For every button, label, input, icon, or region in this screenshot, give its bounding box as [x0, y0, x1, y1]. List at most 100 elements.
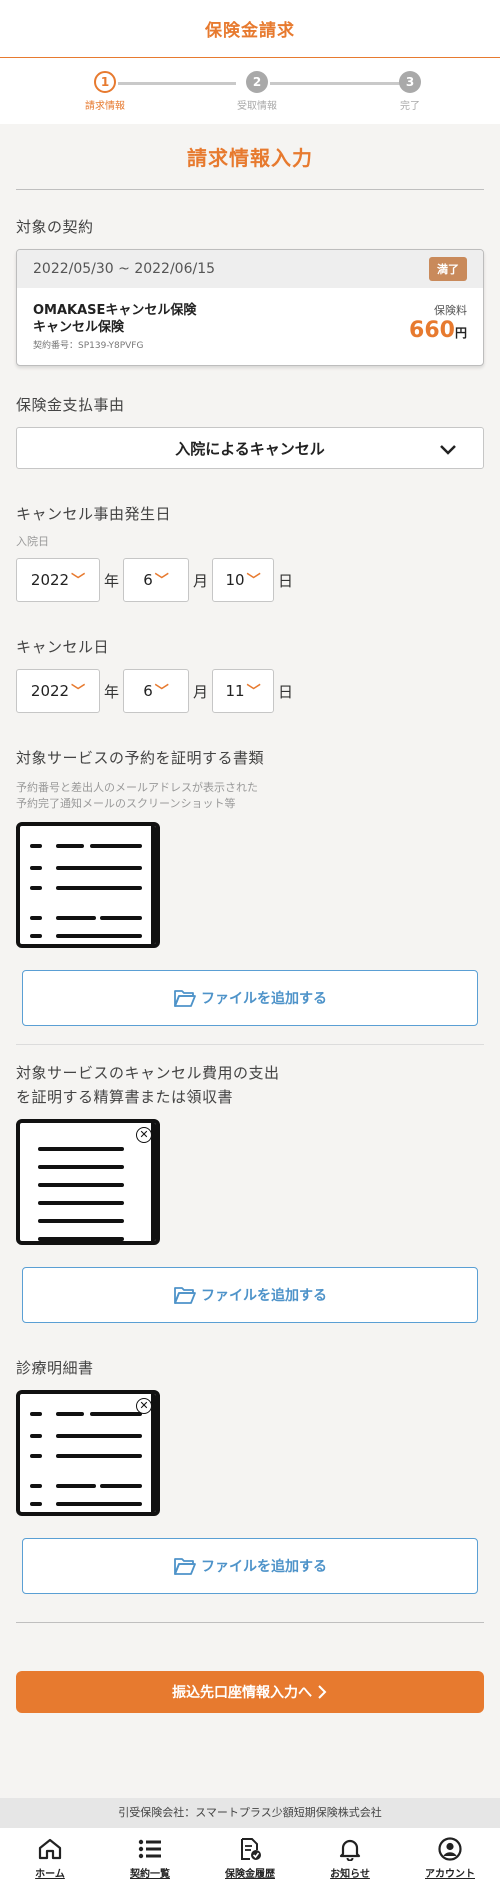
contract-label: 対象の契約	[16, 218, 94, 236]
cancel-day-value: 11	[225, 682, 245, 700]
add-file-button-receipt[interactable]: ファイルを追加する	[22, 1267, 478, 1323]
nav-label: 保険金履歴	[225, 1869, 275, 1880]
receipt-doc-label: 対象サービスのキャンセル費用の支出 を証明する精算書または領収書	[16, 1061, 484, 1109]
year-unit: 年	[104, 571, 120, 590]
contract-card: 2022/05/30 ~ 2022/06/15 満了 OMAKASEキャンセル保…	[16, 249, 484, 366]
receipt-doc-thumbnail[interactable]: ✕	[16, 1119, 160, 1245]
cancel-year-select[interactable]: 2022 ﹀	[16, 669, 100, 713]
app-header: 保険金請求	[0, 0, 500, 58]
step-claim-info: 1 請求情報	[65, 71, 145, 112]
progress-stepper: 1 請求情報 2 受取情報 3 完了	[0, 58, 500, 124]
step-number: 3	[399, 71, 421, 93]
month-unit: 月	[193, 682, 209, 701]
reason-label: 保険金支払事由	[16, 396, 125, 414]
event-day-select[interactable]: 10 ﹀	[212, 558, 275, 602]
status-badge: 満了	[429, 257, 467, 281]
reason-value: 入院によるキャンセル	[175, 439, 325, 458]
reason-select[interactable]: 入院によるキャンセル	[16, 427, 484, 469]
medical-doc-label: 診療明細書	[16, 1359, 94, 1377]
event-year-select[interactable]: 2022 ﹀	[16, 558, 100, 602]
premium-value: 660	[409, 318, 455, 343]
event-year-value: 2022	[30, 571, 70, 589]
event-month-select[interactable]: 6 ﹀	[123, 558, 190, 602]
section-divider	[16, 1044, 484, 1045]
nav-item-claim-history[interactable]: 保険金履歴	[205, 1837, 295, 1880]
event-date-sublabel: 入院日	[16, 535, 49, 548]
contract-plan-name: キャンセル保険	[33, 320, 125, 335]
event-date-label: キャンセル事由発生日	[16, 505, 172, 523]
reservation-doc-label: 対象サービスの予約を証明する書類	[16, 749, 265, 767]
medical-doc-thumbnail[interactable]: ✕	[16, 1390, 160, 1516]
account-icon	[438, 1837, 462, 1861]
claim-history-icon	[241, 1838, 261, 1860]
contract-number: 契約番号：SP139-Y8PVFG	[33, 341, 144, 351]
nav-item-notifications[interactable]: お知らせ	[305, 1837, 395, 1880]
premium-label: 保険料	[434, 304, 467, 317]
month-unit: 月	[193, 571, 209, 590]
step-number: 1	[94, 71, 116, 93]
reservation-doc-note: 予約番号と差出人のメールアドレスが表示された 予約完了通知メールのスクリーンショ…	[16, 780, 484, 812]
nav-label: お知らせ	[330, 1869, 370, 1880]
premium-block: 保険料 660円	[409, 302, 467, 351]
cancel-date-row: 2022 ﹀ 年 6 ﹀ 月 11 ﹀ 日	[16, 669, 484, 713]
day-unit: 日	[278, 571, 294, 590]
contract-period: 2022/05/30 ~ 2022/06/15	[33, 261, 216, 277]
event-date-row: 2022 ﹀ 年 6 ﹀ 月 10 ﹀ 日	[16, 558, 484, 602]
nav-item-home[interactable]: ホーム	[5, 1837, 95, 1880]
contract-product-name: OMAKASEキャンセル保険	[33, 303, 197, 318]
step-label: 請求情報	[85, 101, 125, 112]
nav-label: 契約一覧	[130, 1869, 170, 1880]
reservation-doc-note-line: 予約完了通知メールのスクリーンショット等	[16, 797, 236, 810]
event-month-value: 6	[143, 571, 153, 589]
step-number: 2	[246, 71, 268, 93]
receipt-doc-label-line: 対象サービスのキャンセル費用の支出	[16, 1064, 280, 1082]
contract-card-header: 2022/05/30 ~ 2022/06/15 満了	[17, 250, 483, 288]
premium-unit: 円	[454, 326, 467, 340]
folder-open-icon	[174, 990, 196, 1007]
chevron-down-icon: ﹀	[246, 573, 261, 589]
cancel-month-value: 6	[143, 682, 153, 700]
chevron-down-icon: ﹀	[71, 684, 86, 700]
cancel-date-label: キャンセル日	[16, 638, 110, 656]
add-file-label: ファイルを追加する	[201, 991, 327, 1007]
step-receipt-info: 2 受取情報	[217, 71, 297, 112]
reservation-doc-note-line: 予約番号と差出人のメールアドレスが表示された	[16, 781, 258, 794]
next-button-label: 振込先口座情報入力へ	[172, 1685, 312, 1701]
year-unit: 年	[104, 682, 120, 701]
reservation-doc-thumbnail[interactable]	[16, 822, 160, 948]
section-title: 請求情報入力	[187, 146, 313, 170]
underwriter-note: 引受保険会社：スマートプラス少額短期保険株式会社	[0, 1798, 500, 1828]
remove-file-icon[interactable]: ✕	[136, 1127, 152, 1143]
add-file-label: ファイルを追加する	[201, 1288, 327, 1304]
cancel-year-value: 2022	[30, 682, 70, 700]
step-label: 受取情報	[237, 101, 277, 112]
add-file-button-reservation[interactable]: ファイルを追加する	[22, 970, 478, 1026]
chevron-down-icon: ﹀	[246, 684, 261, 700]
event-day-value: 10	[225, 571, 245, 589]
folder-open-icon	[174, 1287, 196, 1304]
step-complete: 3 完了	[370, 71, 450, 112]
folder-open-icon	[174, 1558, 196, 1575]
contract-card-body: OMAKASEキャンセル保険 キャンセル保険 契約番号：SP139-Y8PVFG…	[17, 288, 483, 365]
remove-file-icon[interactable]: ✕	[136, 1398, 152, 1414]
chevron-down-icon	[440, 445, 456, 455]
nav-label: アカウント	[425, 1869, 475, 1880]
add-file-button-medical[interactable]: ファイルを追加する	[22, 1538, 478, 1594]
next-bank-info-button[interactable]: 振込先口座情報入力へ	[16, 1671, 484, 1713]
cancel-month-select[interactable]: 6 ﹀	[123, 669, 190, 713]
home-icon	[38, 1838, 62, 1860]
step-label: 完了	[400, 101, 420, 112]
nav-item-account[interactable]: アカウント	[405, 1837, 495, 1880]
chevron-down-icon: ﹀	[71, 573, 86, 589]
nav-label: ホーム	[35, 1869, 65, 1880]
add-file-label: ファイルを追加する	[201, 1559, 327, 1575]
receipt-doc-label-line: を証明する精算書または領収書	[16, 1088, 234, 1106]
chevron-down-icon: ﹀	[154, 573, 169, 589]
bottom-nav: ホーム 契約一覧 保険金履歴 お知らせ アカウント	[0, 1828, 500, 1889]
section-divider	[16, 189, 484, 190]
cancel-day-select[interactable]: 11 ﹀	[212, 669, 275, 713]
nav-item-contracts[interactable]: 契約一覧	[105, 1837, 195, 1880]
day-unit: 日	[278, 682, 294, 701]
chevron-right-icon	[318, 1685, 327, 1699]
page-title: 保険金請求	[205, 21, 295, 41]
